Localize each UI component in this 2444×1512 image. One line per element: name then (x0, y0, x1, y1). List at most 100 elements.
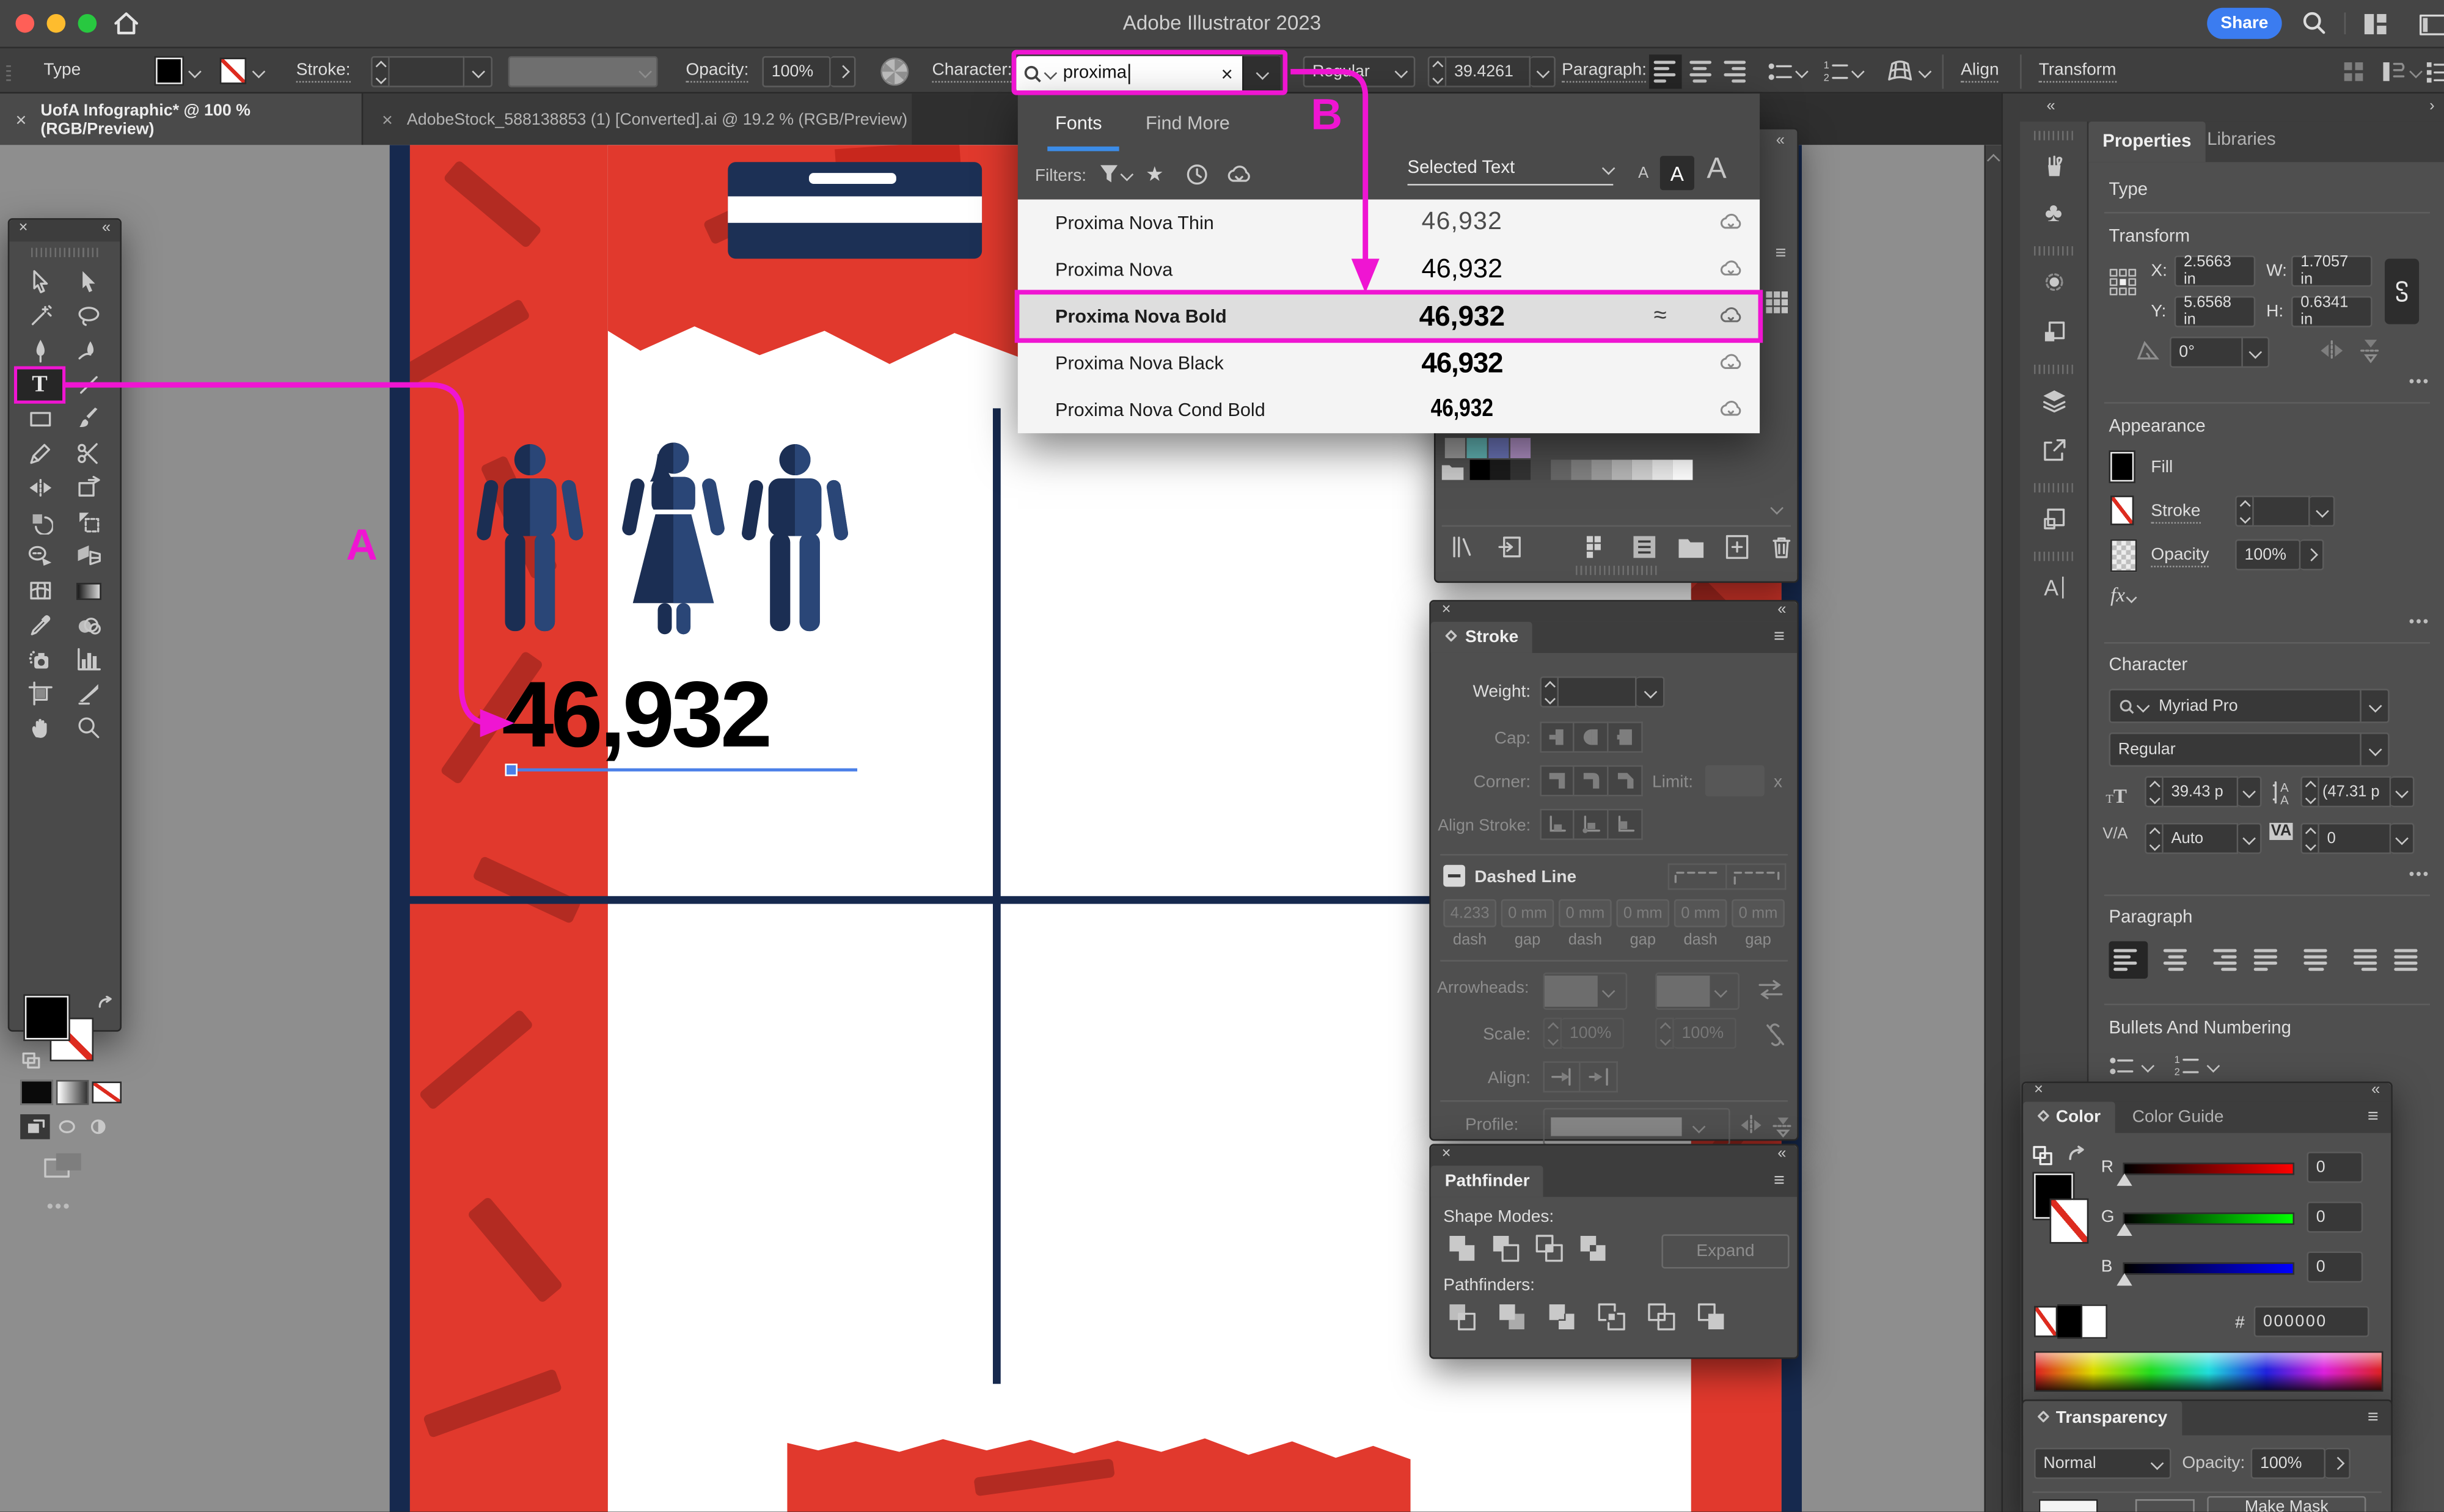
draw-inside-button[interactable] (82, 1114, 112, 1139)
appearance-opacity-label[interactable]: Opacity (2151, 546, 2209, 568)
color-mode-none[interactable] (92, 1081, 122, 1103)
stroke-panel-collapse-icon[interactable]: « (1777, 603, 1786, 619)
tab-label[interactable]: UofA Infographic* @ 100 % (RGB/Preview) (40, 101, 361, 138)
canvas-scrollbar[interactable] (1984, 145, 2001, 1511)
font-size-control[interactable]: 39.4261 (1428, 56, 1556, 87)
character-leading-control[interactable]: (47.31 p (2300, 776, 2414, 807)
align-left-button[interactable] (1649, 54, 1682, 89)
variable-width-profile-dropdown[interactable] (508, 56, 658, 87)
stroke-weight-field[interactable] (390, 56, 464, 87)
character-panel-icon[interactable]: A (2029, 571, 2077, 605)
symbols-panel-icon[interactable]: ♣ (2029, 196, 2077, 230)
dock-expand-icon[interactable]: › (2429, 100, 2435, 115)
filter-funnel-icon[interactable] (1099, 164, 1119, 184)
download-cloud-icon[interactable] (1719, 212, 1743, 231)
gap-field[interactable]: 0 mm (1501, 899, 1554, 927)
swatch[interactable] (1632, 460, 1652, 480)
swatches-collapse-icon[interactable]: « (1776, 134, 1785, 150)
gap-field[interactable]: 0 mm (1732, 899, 1785, 927)
appearance-fill-swatch[interactable] (2110, 452, 2134, 481)
activate-fonts-cloud-icon[interactable] (1227, 164, 1252, 184)
profile-dropdown[interactable] (1543, 1108, 1730, 1145)
character-font-dropdown[interactable]: Myriad Pro (2109, 689, 2390, 723)
crop-icon[interactable] (1596, 1301, 1627, 1332)
g-slider-handle[interactable] (2117, 1224, 2132, 1236)
swatch[interactable] (1470, 460, 1490, 480)
para-align-left-active[interactable] (2109, 941, 2148, 979)
limit-field[interactable] (1705, 765, 1765, 797)
duplicate-swatch-icon[interactable] (2033, 1145, 2055, 1166)
new-swatch-group-icon[interactable] (1678, 537, 1703, 557)
tab-label[interactable]: AdobeStock_588138853 (1) [Converted].ai … (407, 110, 907, 129)
pathfinder-menu-icon[interactable]: ≡ (1774, 1169, 1785, 1191)
white-chip[interactable] (2082, 1304, 2107, 1339)
flip-horizontal-icon[interactable] (2319, 340, 2344, 362)
new-swatch-icon[interactable] (1725, 535, 1749, 560)
swatch[interactable] (1445, 438, 1465, 458)
align-right-button[interactable] (1718, 54, 1751, 89)
swatch[interactable] (1652, 460, 1672, 480)
font-option[interactable]: Proxima Nova Black 46,932 (1018, 340, 1760, 387)
person-woman-icon[interactable] (611, 441, 736, 662)
color-panel-menu-icon[interactable]: ≡ (2368, 1105, 2379, 1127)
toolbar-collapse-icon[interactable]: « (102, 221, 111, 237)
corner-buttons[interactable] (1540, 765, 1642, 797)
filter-chevron-icon[interactable] (1121, 168, 1134, 181)
paragraph-label[interactable]: Paragraph: (1562, 60, 1647, 82)
document-tab-inactive[interactable]: × AdobeStock_588138853 (1) [Converted].a… (362, 93, 912, 145)
fill-swatch[interactable] (156, 57, 182, 84)
gap-field[interactable]: 0 mm (1616, 899, 1669, 927)
fill-color-control[interactable] (156, 57, 199, 84)
sample-size-small[interactable]: A (1638, 165, 1648, 182)
artboards-panel-icon[interactable] (2029, 315, 2077, 349)
swap-fill-stroke-icon[interactable] (97, 996, 115, 1015)
dash-preset-buttons[interactable] (1668, 863, 1787, 889)
arrowhead-scale-2[interactable]: 100% (1655, 1018, 1736, 1049)
arrowhead-end-dropdown[interactable] (1655, 973, 1740, 1010)
b-slider-handle[interactable] (2117, 1273, 2132, 1285)
control-bar-grip[interactable] (6, 62, 11, 81)
color-mode-gradient[interactable] (56, 1080, 89, 1105)
stroke-weight-stepper[interactable] (371, 56, 390, 87)
stroke-chevron-icon[interactable] (252, 64, 266, 78)
minus-back-icon[interactable] (1696, 1301, 1727, 1332)
para-justify-right[interactable] (2343, 941, 2382, 979)
color-tab[interactable]: Color (2023, 1102, 2115, 1133)
color-spectrum-bar[interactable] (2034, 1351, 2383, 1392)
weight-control[interactable] (1540, 676, 1664, 707)
toolbar-fill-swatch[interactable] (25, 996, 68, 1039)
panel-options-icon[interactable] (2419, 12, 2444, 45)
fill-chevron-icon[interactable] (188, 64, 202, 78)
dashed-line-checkbox[interactable] (1443, 865, 1465, 887)
download-cloud-icon[interactable] (1719, 305, 1743, 324)
transform-more-icon[interactable]: ••• (2409, 374, 2430, 391)
favorites-star-icon[interactable]: ★ (1146, 162, 1164, 187)
align-stroke-buttons[interactable] (1540, 809, 1642, 840)
selection-anchor[interactable] (505, 764, 518, 776)
font-size-dropdown[interactable] (1531, 56, 1556, 87)
export-panel-icon[interactable] (2029, 433, 2077, 467)
appearance-stroke-swatch[interactable] (2110, 495, 2134, 525)
tab-libraries[interactable]: Libraries (2207, 131, 2276, 150)
tab-close-icon[interactable]: × (16, 108, 27, 130)
draw-normal-button[interactable] (20, 1114, 49, 1139)
selection-tool[interactable] (16, 265, 64, 299)
arrowhead-start-dropdown[interactable] (1543, 973, 1627, 1010)
dash-field[interactable]: 4.233 (1443, 899, 1496, 927)
unite-icon[interactable] (1446, 1233, 1477, 1264)
font-size-stepper[interactable] (1428, 56, 1447, 87)
pathfinder-collapse-icon[interactable]: « (1777, 1147, 1786, 1163)
exclude-icon[interactable] (1578, 1233, 1609, 1264)
font-option[interactable]: Proxima Nova Cond Bold 46,932 (1018, 387, 1760, 434)
envelope-distort-control[interactable] (1886, 57, 1930, 86)
intersect-icon[interactable] (1534, 1233, 1565, 1264)
pen-tool[interactable] (16, 334, 64, 368)
appearance-more-icon[interactable]: ••• (2409, 614, 2430, 631)
curvature-tool[interactable] (64, 334, 112, 368)
swatch[interactable] (1551, 460, 1571, 480)
swap-colors-icon[interactable] (2067, 1145, 2087, 1166)
expand-button[interactable]: Expand (1661, 1234, 1789, 1268)
opacity-label[interactable]: Opacity: (686, 60, 748, 82)
character-kerning-control[interactable]: Auto (2145, 823, 2261, 854)
color-panel-collapse-icon[interactable]: « (2371, 1083, 2380, 1099)
